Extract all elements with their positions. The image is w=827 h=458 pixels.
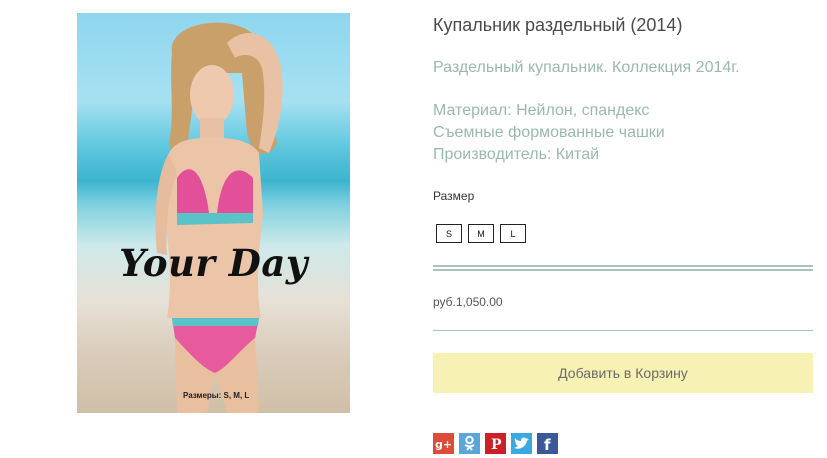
image-sizes-caption: Размеры: S, M, L (183, 391, 250, 400)
product-title: Купальник раздельный (2014) (433, 15, 683, 35)
product-material: Материал: Нейлон, спандекс (433, 102, 650, 119)
model-illustration (155, 22, 283, 413)
twitter-icon[interactable] (511, 433, 532, 454)
facebook-icon[interactable]: f (537, 433, 558, 454)
size-option-m[interactable]: M (468, 224, 494, 243)
social-share-bar: g+ Pf (433, 433, 558, 454)
product-price: руб.1,050.00 (433, 295, 503, 309)
product-cups: Съемные формованные чашки (433, 124, 665, 141)
add-to-cart-button[interactable]: Добавить в Корзину (433, 353, 813, 393)
google-plus-icon[interactable]: g+ (433, 433, 454, 454)
pinterest-icon[interactable]: P (485, 433, 506, 454)
divider (433, 265, 813, 271)
odnoklassniki-icon[interactable] (459, 433, 480, 454)
svg-text:f: f (544, 436, 551, 454)
product-photo[interactable]: Your Day Размеры: S, M, L (77, 13, 350, 413)
size-label: Размер (433, 189, 475, 203)
size-option-s[interactable]: S (436, 224, 462, 243)
divider (433, 330, 813, 331)
product-producer: Производитель: Китай (433, 146, 600, 163)
brand-overlay-text: Your Day (119, 241, 308, 285)
svg-text:g+: g+ (435, 438, 452, 451)
svg-text:P: P (491, 437, 502, 453)
product-description: Раздельный купальник. Коллекция 2014г. (433, 59, 740, 76)
product-page: Your Day Размеры: S, M, L Купальник разд… (0, 0, 827, 458)
size-options: S M L (436, 224, 526, 243)
size-option-l[interactable]: L (500, 224, 526, 243)
